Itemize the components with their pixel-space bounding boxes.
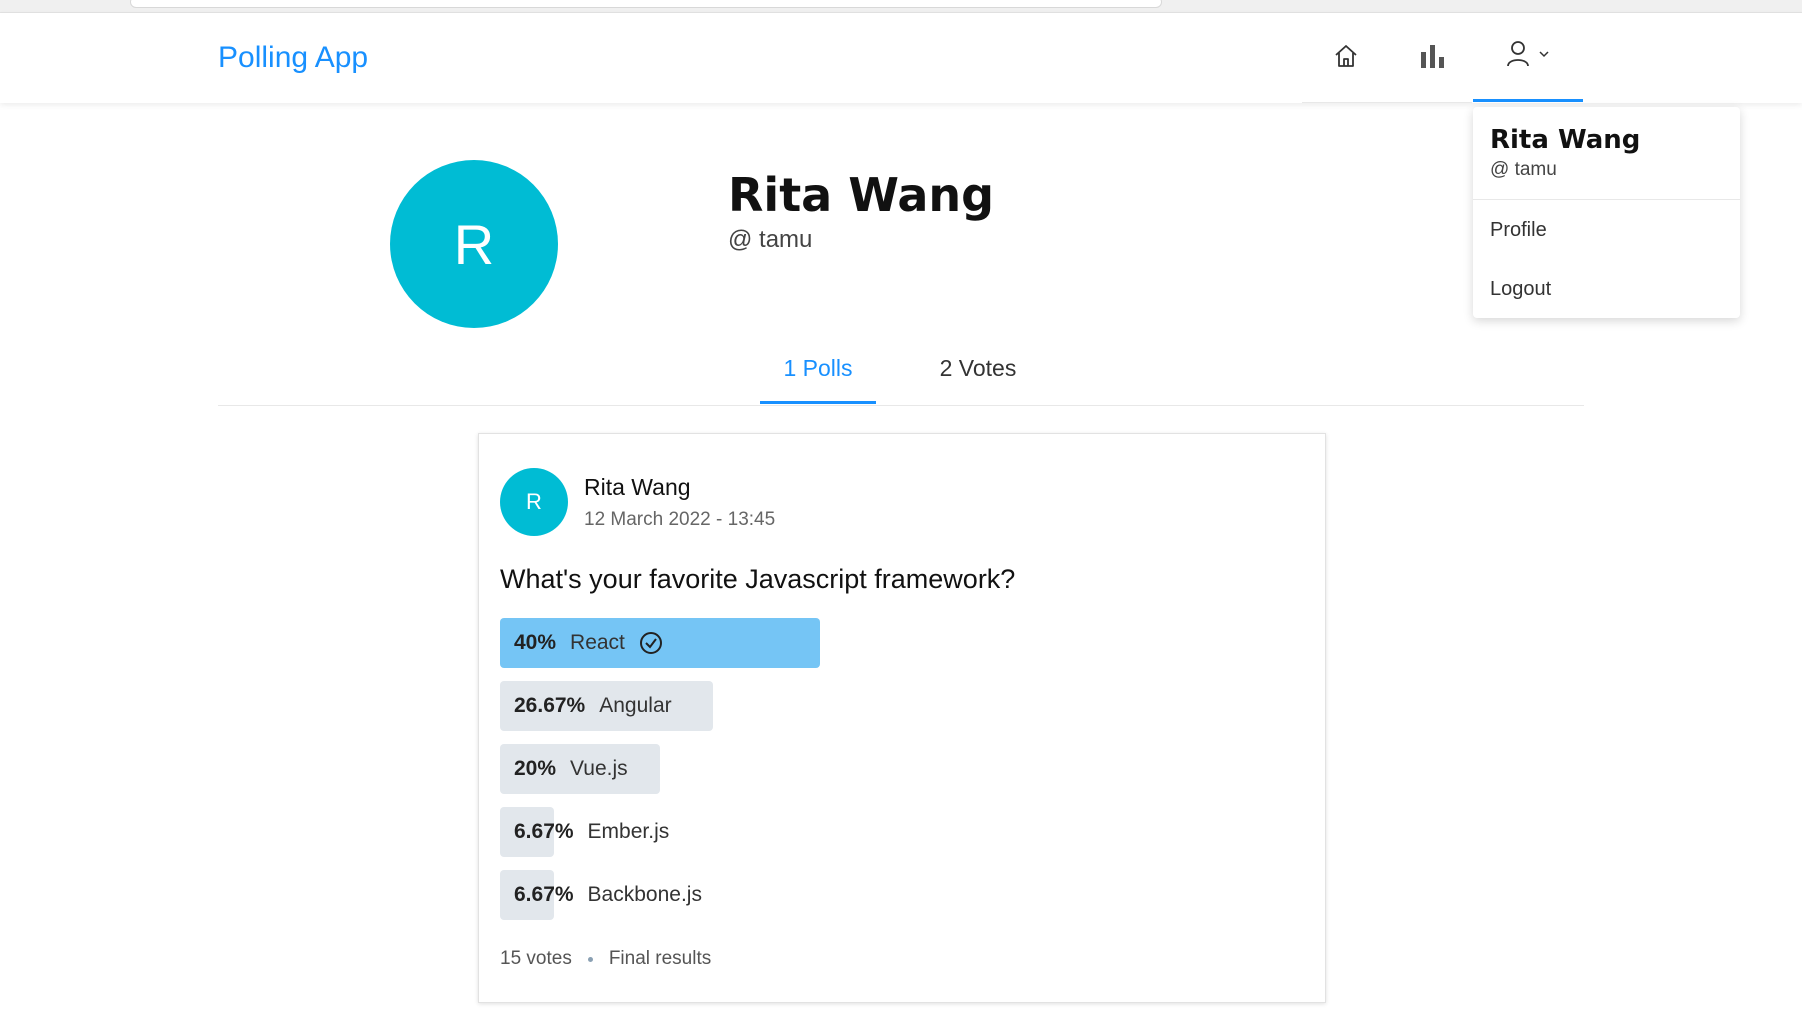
nav-home-button[interactable]: [1306, 13, 1386, 103]
browser-toolbar: [0, 0, 1802, 13]
choice-label: Ember.js: [587, 820, 670, 843]
choice-percent: 40%: [514, 631, 557, 654]
total-votes: 15 votes: [500, 948, 572, 969]
profile-username: @ tamu: [728, 226, 813, 253]
choice-percent: 6.67%: [514, 883, 574, 906]
profile-avatar: R: [390, 160, 558, 328]
poll-question: What's your favorite Javascript framewor…: [500, 564, 1016, 594]
poll-choice-vue: 20% Vue.js: [500, 744, 1300, 794]
separator-dot: [587, 956, 593, 962]
chevron-down-icon: [1538, 47, 1550, 65]
app-header: Polling App: [0, 13, 1802, 103]
choice-label: Vue.js: [570, 757, 628, 780]
choice-label: Angular: [599, 694, 672, 717]
tab-polls[interactable]: 1 Polls: [760, 355, 876, 404]
dropdown-divider: [1473, 199, 1740, 200]
poll-status: Final results: [608, 948, 712, 969]
choice-percent: 26.67%: [514, 694, 586, 717]
creator-name[interactable]: Rita Wang: [584, 474, 691, 501]
poll-choice-angular: 26.67% Angular: [500, 681, 1300, 731]
nav-new-poll-button[interactable]: [1393, 13, 1473, 103]
poll-date: 12 March 2022 - 13:45: [584, 509, 776, 530]
nav-divider: [1302, 102, 1472, 103]
poll-choice-react: 40% React: [500, 618, 1300, 668]
tab-votes[interactable]: 2 Votes: [918, 355, 1038, 404]
choice-percent: 20%: [514, 757, 557, 780]
dropdown-item-logout[interactable]: Logout: [1490, 278, 1551, 301]
user-icon: [1506, 40, 1530, 73]
dropdown-user-name: Rita Wang: [1490, 125, 1641, 155]
choice-label: React: [570, 631, 625, 654]
app-logo[interactable]: Polling App: [218, 41, 368, 75]
poll-card: R Rita Wang 12 March 2022 - 13:45 What's…: [478, 433, 1326, 1003]
choice-percent: 6.67%: [514, 820, 574, 843]
profile-dropdown-menu: Rita Wang @ tamu Profile Logout: [1473, 107, 1740, 318]
home-icon: [1333, 43, 1359, 74]
nav-profile-menu-button[interactable]: [1473, 13, 1583, 102]
check-circle-icon: [639, 631, 663, 655]
choice-label: Backbone.js: [587, 883, 702, 906]
bar-chart-icon: [1419, 42, 1447, 75]
dropdown-username: @ tamu: [1490, 159, 1557, 180]
poll-choice-backbone: 6.67% Backbone.js: [500, 870, 1300, 920]
address-bar[interactable]: [130, 0, 1162, 8]
profile-tabs: 1 Polls 2 Votes: [218, 345, 1584, 406]
dropdown-item-profile[interactable]: Profile: [1490, 219, 1547, 242]
poll-footer: 15 votes Final results: [500, 948, 711, 970]
creator-avatar[interactable]: R: [500, 468, 568, 536]
poll-choice-ember: 6.67% Ember.js: [500, 807, 1300, 857]
profile-name: Rita Wang: [728, 168, 995, 222]
